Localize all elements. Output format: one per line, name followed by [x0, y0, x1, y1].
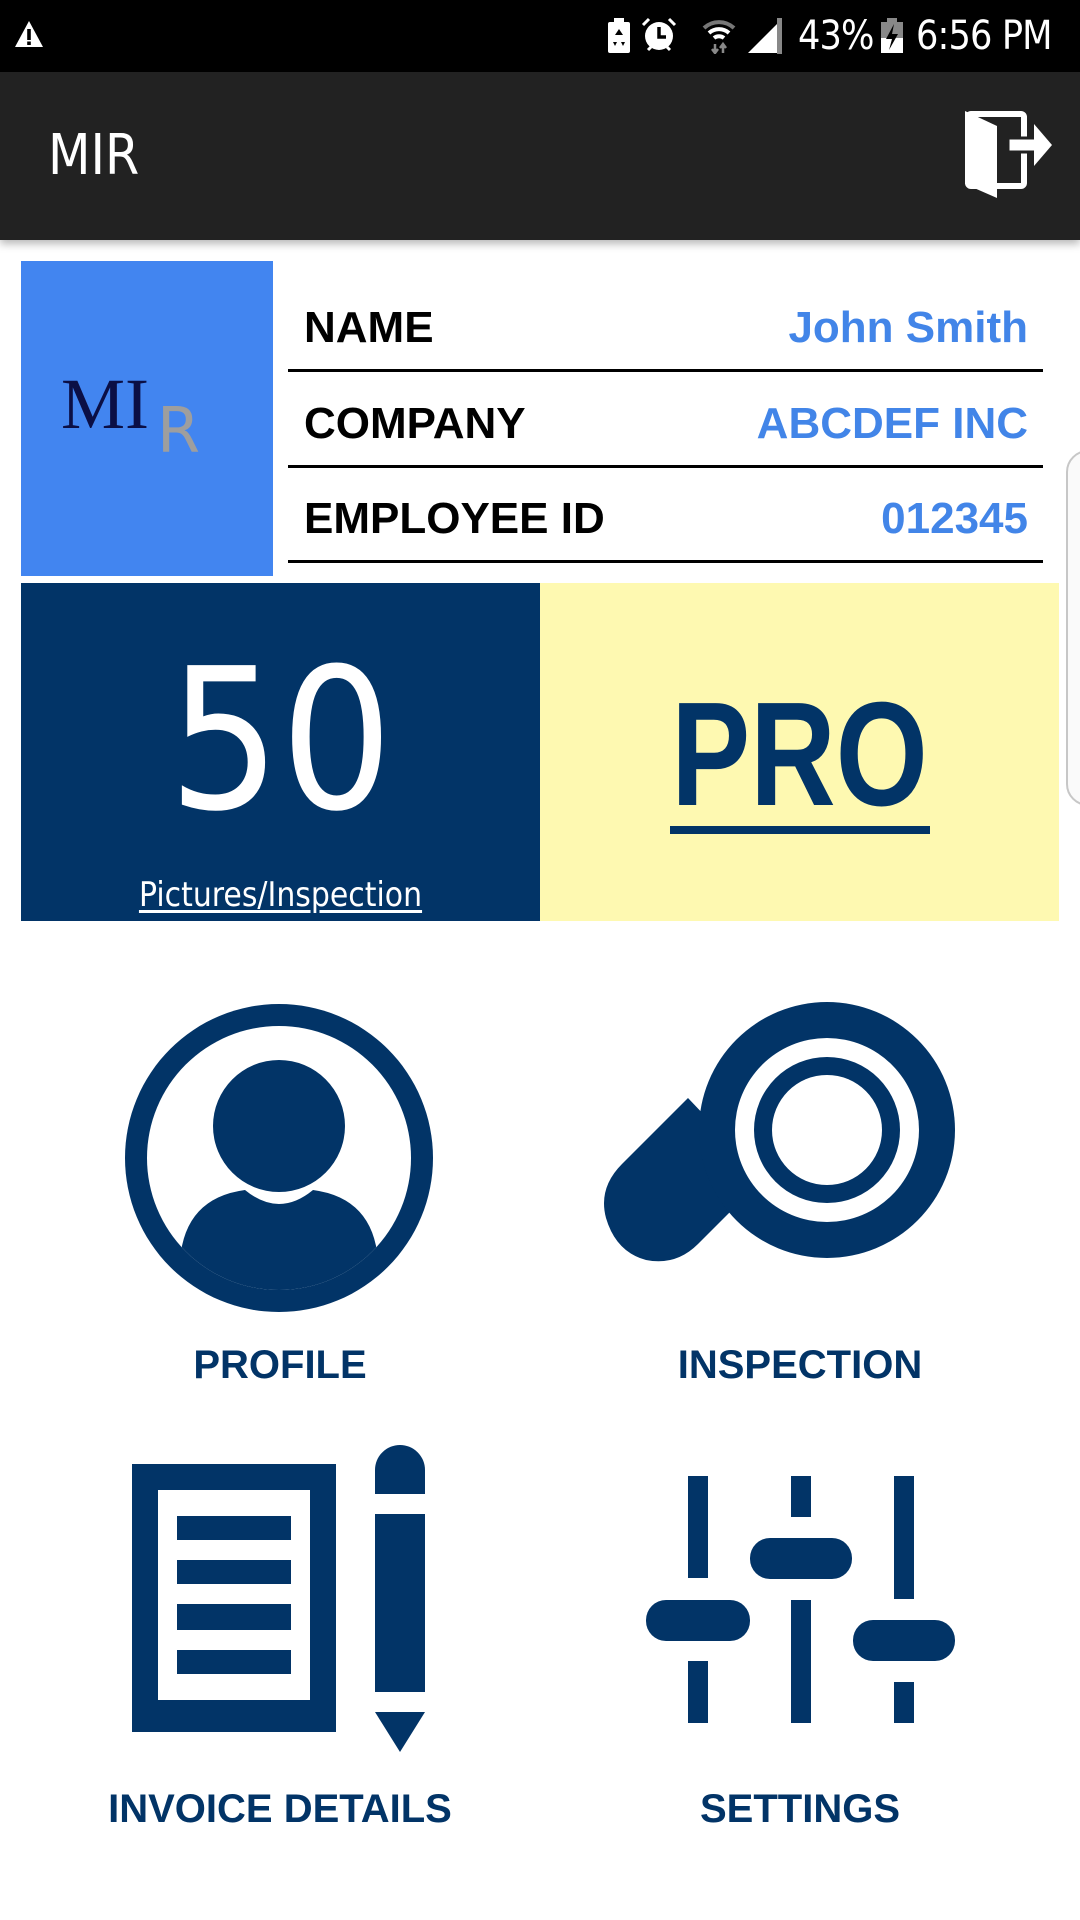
clock: 6:56 PM — [916, 13, 1053, 59]
company-value: ABCDEF INC — [756, 399, 1028, 448]
menu-inspection-button[interactable]: INSPECTION — [580, 990, 1020, 1410]
pictures-per-inspection-tile: 50 Pictures/Inspection — [21, 583, 540, 921]
info-row-name: NAME John Smith — [288, 276, 1043, 372]
menu-profile-label: PROFILE — [193, 1343, 367, 1387]
pictures-count: 50 — [168, 627, 393, 855]
info-row-company: COMPANY ABCDEF INC — [288, 372, 1043, 468]
info-row-employee-id: EMPLOYEE ID 012345 — [288, 467, 1043, 563]
employee-id-value: 012345 — [881, 494, 1028, 543]
edge-panel-handle[interactable] — [1066, 450, 1080, 806]
menu-profile-button[interactable]: PROFILE — [60, 990, 500, 1410]
menu-inspection-label: INSPECTION — [677, 1343, 923, 1387]
signal-icon — [748, 18, 782, 54]
logout-door-icon[interactable] — [962, 110, 1054, 202]
warning-triangle-icon — [15, 21, 43, 47]
logo-letter-m: M — [61, 366, 125, 444]
wifi-icon — [702, 20, 736, 54]
plan-label[interactable]: PRO — [592, 681, 1007, 829]
settings-sliders-icon — [646, 1476, 955, 1723]
plan-underline — [670, 826, 930, 834]
mir-logo-mark: M I R — [61, 366, 200, 456]
magnifier-icon — [604, 1002, 955, 1262]
app-title: MIR — [48, 123, 140, 188]
status-bar: 43% 6:56 PM — [0, 0, 1080, 72]
plan-tile[interactable]: PRO — [540, 583, 1059, 921]
menu-settings-button[interactable]: SETTINGS — [580, 1430, 1020, 1850]
company-label: COMPANY — [304, 399, 526, 448]
battery-charging-icon — [881, 18, 903, 53]
company-logo: M I R — [21, 261, 273, 576]
logo-letter-i: I — [125, 366, 149, 444]
app-bar: MIR — [0, 72, 1080, 240]
battery-saver-icon — [608, 18, 630, 53]
menu-invoice-details-label: INVOICE DETAILS — [108, 1787, 452, 1831]
invoice-document-pencil-icon — [132, 1445, 425, 1752]
battery-percent: 43% — [798, 13, 874, 59]
pictures-caption-link[interactable]: Pictures/Inspection — [52, 875, 509, 915]
alarm-icon — [641, 17, 677, 52]
employee-id-label: EMPLOYEE ID — [304, 494, 605, 543]
menu-invoice-details-button[interactable]: INVOICE DETAILS — [60, 1430, 500, 1850]
profile-user-icon — [125, 1004, 433, 1312]
logo-letter-r: R — [157, 394, 200, 456]
menu-settings-label: SETTINGS — [699, 1787, 901, 1831]
name-value: John Smith — [788, 303, 1028, 352]
name-label: NAME — [304, 303, 434, 352]
